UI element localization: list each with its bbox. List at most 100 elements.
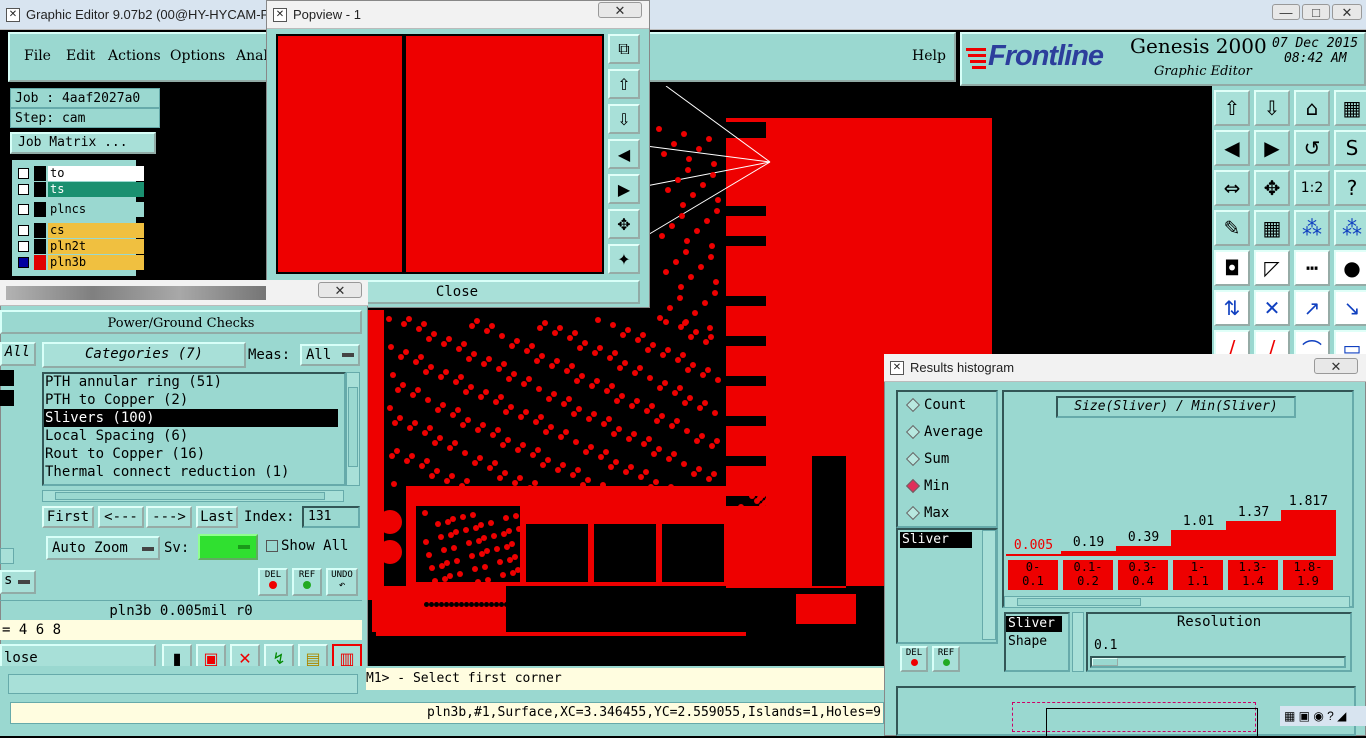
type-shape-scroll[interactable] <box>1072 612 1084 672</box>
category-item[interactable]: Rout to Copper (16) <box>44 445 338 463</box>
popview-close-x[interactable]: ✕ <box>598 2 642 18</box>
show-all-checkbox[interactable] <box>266 540 278 552</box>
histogram-hscroll-thumb[interactable] <box>1017 598 1141 606</box>
first-button[interactable]: First <box>42 506 94 528</box>
category-item[interactable]: PTH annular ring (51) <box>44 373 338 391</box>
point-icon[interactable]: ↗ <box>1294 290 1330 326</box>
category-vscroll[interactable] <box>346 372 360 486</box>
radio-average[interactable]: Average <box>904 421 996 443</box>
pv-pan-left-icon[interactable]: ◀ <box>608 139 640 169</box>
layer-color-swatch[interactable] <box>34 182 46 197</box>
ruler-icon[interactable]: ┅ <box>1294 250 1330 286</box>
zoom-select[interactable]: Auto Zoom <box>46 536 160 560</box>
menu-file[interactable]: File <box>24 48 51 64</box>
home-icon[interactable]: ⌂ <box>1294 90 1330 126</box>
popview-canvas[interactable] <box>276 34 604 274</box>
pg-checks-close-x[interactable]: ✕ <box>318 282 362 298</box>
category-item[interactable]: Thermal connect reduction (1) <box>44 463 338 481</box>
layer-checkbox[interactable] <box>18 184 29 195</box>
netlist-icon[interactable]: ⁂ <box>1294 210 1330 246</box>
layer-checkbox[interactable] <box>18 257 29 268</box>
hist-ref-button[interactable]: REF <box>932 646 960 672</box>
window-close-button[interactable]: ✕ <box>1332 4 1362 20</box>
pv-center-icon[interactable]: ✦ <box>608 244 640 274</box>
radio-max[interactable]: Max <box>904 502 996 524</box>
layer-color-swatch[interactable] <box>34 239 46 254</box>
hist-del-button[interactable]: DEL <box>900 646 928 672</box>
all-left-button[interactable]: All <box>0 342 36 366</box>
netlist-compare-icon[interactable]: ⁂ <box>1334 210 1366 246</box>
categories-button[interactable]: Categories (7) <box>42 342 246 368</box>
radio-sum[interactable]: Sum <box>904 448 996 470</box>
left-strip-scroll[interactable] <box>0 548 14 564</box>
cross-icon[interactable]: ✕ <box>1254 290 1290 326</box>
layer-row-ts[interactable]: ts <box>14 182 144 197</box>
resolution-slider-thumb[interactable] <box>1092 658 1118 666</box>
next-button[interactable]: ---> <box>146 506 192 528</box>
layer-checkbox[interactable] <box>18 204 29 215</box>
layer-checkbox[interactable] <box>18 225 29 236</box>
category-hscroll[interactable] <box>42 490 344 502</box>
snap-icon[interactable]: ↺ <box>1294 130 1330 166</box>
zoom-home-icon[interactable]: ⇧ <box>1214 90 1250 126</box>
hscroll-thumb[interactable] <box>55 492 325 500</box>
sv-color-select[interactable] <box>198 534 258 560</box>
layer-row-plncs[interactable]: plncs <box>14 202 144 217</box>
category-item[interactable]: Local Spacing (6) <box>44 427 338 445</box>
histogram-hscroll[interactable] <box>1004 596 1350 608</box>
layer-color-swatch[interactable] <box>34 223 46 238</box>
zoom-in-icon[interactable]: ⇩ <box>1254 90 1290 126</box>
layer-color-swatch[interactable] <box>34 166 46 181</box>
pv-zoom-out-icon[interactable]: ⇩ <box>608 104 640 134</box>
histogram-list-scroll[interactable] <box>982 530 996 640</box>
help-icon[interactable]: ? <box>1334 170 1366 206</box>
fit-width-icon[interactable]: ⇔ <box>1214 170 1250 206</box>
histogram-list-item[interactable]: Sliver <box>900 532 972 548</box>
radio-min[interactable]: Min <box>904 475 996 497</box>
undo-button[interactable]: UNDO ↶ <box>326 568 358 596</box>
histogram-close-x[interactable]: ✕ <box>1314 358 1358 374</box>
s-left-select[interactable]: s <box>0 570 36 594</box>
redo-icon[interactable]: S <box>1334 130 1366 166</box>
edit-line-icon[interactable]: ◸ <box>1254 250 1290 286</box>
arrow-icon[interactable]: ↘ <box>1334 290 1366 326</box>
connect-icon[interactable]: ⇅ <box>1214 290 1250 326</box>
menu-options[interactable]: Options <box>170 48 225 64</box>
minimize-button[interactable]: — <box>1272 4 1300 20</box>
pv-zoom-in-icon[interactable]: ⇧ <box>608 69 640 99</box>
menu-edit[interactable]: Edit <box>66 48 95 64</box>
layer-row-pln2t[interactable]: pln2t <box>14 239 144 254</box>
grid-toggle-icon[interactable]: ▦ <box>1254 210 1290 246</box>
grid-icon[interactable]: ▦ <box>1334 90 1366 126</box>
layer-color-swatch[interactable] <box>34 255 46 270</box>
vscroll-thumb[interactable] <box>348 387 358 467</box>
ref-button[interactable]: REF <box>292 568 322 596</box>
measure-icon[interactable]: ✎ <box>1214 210 1250 246</box>
layer-row-to[interactable]: to <box>14 166 144 181</box>
scale-1-2-icon[interactable]: 1:2 <box>1294 170 1330 206</box>
menu-help[interactable]: Help <box>912 48 946 64</box>
menu-actions[interactable]: Actions <box>108 48 161 64</box>
category-item[interactable]: PTH to Copper (2) <box>44 391 338 409</box>
menu-analysis[interactable]: Anal <box>236 48 268 64</box>
pv-fit-icon[interactable]: ✥ <box>608 209 640 239</box>
layer-checkbox[interactable] <box>18 168 29 179</box>
category-item[interactable]: Slivers (100) <box>44 409 338 427</box>
pan-left-icon[interactable]: ◀ <box>1214 130 1250 166</box>
fit-all-icon[interactable]: ✥ <box>1254 170 1290 206</box>
layer-row-cs[interactable]: cs <box>14 223 144 238</box>
prev-button[interactable]: <--- <box>98 506 144 528</box>
pv-pan-right-icon[interactable]: ▶ <box>608 174 640 204</box>
last-button[interactable]: Last <box>196 506 238 528</box>
layer-checkbox[interactable] <box>18 241 29 252</box>
maximize-button[interactable]: □ <box>1302 4 1330 20</box>
resolution-slider[interactable] <box>1090 656 1346 668</box>
layer-row-pln3b[interactable]: pln3b <box>14 255 144 270</box>
index-field[interactable]: 131 <box>302 506 360 528</box>
job-matrix-button[interactable]: Job Matrix ... <box>10 132 156 154</box>
snap-center-icon[interactable]: ◘ <box>1214 250 1250 286</box>
pan-right-icon[interactable]: ▶ <box>1254 130 1290 166</box>
radio-count[interactable]: Count <box>904 394 996 416</box>
pad-icon[interactable]: ● <box>1334 250 1366 286</box>
del-button[interactable]: DEL <box>258 568 288 596</box>
